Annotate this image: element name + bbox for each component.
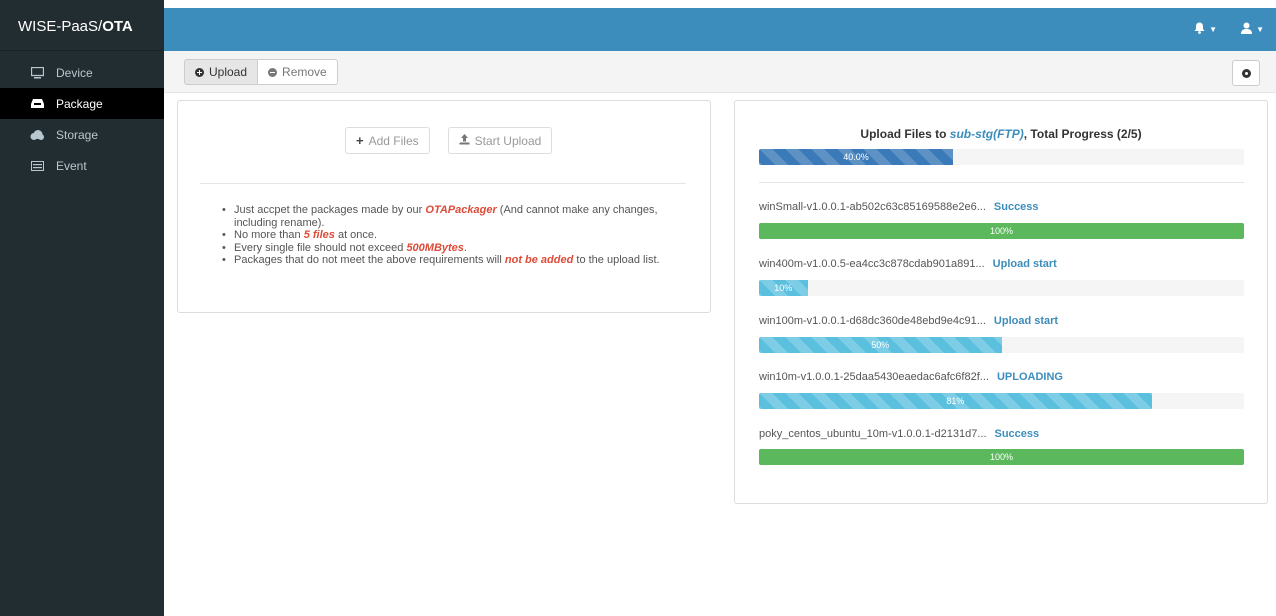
- file-status: Success: [994, 428, 1040, 440]
- upload-rules-list: Just accpet the packages made by our OTA…: [222, 204, 692, 267]
- file-progress-bar: 100%: [759, 223, 1244, 239]
- total-progress-fill: 40.0%: [759, 149, 953, 165]
- file-row-4: win10m-v1.0.0.1-25daa5430eaedac6afc6f82f…: [759, 371, 1244, 383]
- file-progress-fill: 50%: [759, 337, 1002, 353]
- plus-circle-icon: [195, 67, 204, 77]
- file-progress-fill: 10%: [759, 280, 808, 296]
- upload-target: sub-stg(FTP): [949, 127, 1024, 141]
- caret-down-icon: ▼: [1209, 25, 1218, 34]
- monitor-icon: [30, 66, 44, 79]
- cloud-icon: [30, 129, 44, 141]
- upload-tab-button[interactable]: Upload: [184, 59, 259, 85]
- divider: [759, 182, 1244, 183]
- file-name: poky_centos_ubuntu_10m-v1.0.0.1-d2131d7.…: [759, 428, 987, 440]
- file-name: win10m-v1.0.0.1-25daa5430eaedac6afc6f82f…: [759, 371, 989, 383]
- sidebar-item-label: Event: [56, 158, 87, 173]
- top-navbar: ▼ ▼: [164, 8, 1276, 51]
- file-progress-fill: 81%: [759, 393, 1152, 409]
- file-row-1: winSmall-v1.0.0.1-ab502c63c85169588e2e6.…: [759, 201, 1244, 213]
- minus-circle-icon: [268, 67, 278, 77]
- file-name: win400m-v1.0.0.5-ea4cc3c878cdab901a891..…: [759, 258, 985, 270]
- start-upload-label: Start Upload: [474, 133, 542, 148]
- sidebar-item-label: Package: [56, 96, 103, 111]
- start-upload-button[interactable]: Start Upload: [447, 127, 553, 154]
- remove-tab-label: Remove: [282, 65, 327, 79]
- inbox-icon: [30, 98, 44, 110]
- add-files-button[interactable]: + Add Files: [345, 127, 430, 154]
- add-files-label: Add Files: [368, 133, 419, 148]
- file-progress-bar: 10%: [759, 280, 1244, 296]
- remove-tab-button[interactable]: Remove: [258, 59, 338, 85]
- sidebar-item-package[interactable]: Package: [0, 88, 164, 119]
- file-status: Upload start: [992, 258, 1057, 270]
- list-icon: [30, 160, 44, 172]
- sidebar-nav: Device Package Storage Event: [0, 57, 164, 181]
- file-progress-bar: 100%: [759, 449, 1244, 465]
- total-progress-bar: 40.0%: [759, 149, 1244, 165]
- rule-item: No more than 5 files at once.: [222, 229, 692, 242]
- sidebar-item-event[interactable]: Event: [0, 150, 164, 181]
- file-row-5: poky_centos_ubuntu_10m-v1.0.0.1-d2131d7.…: [759, 428, 1244, 440]
- rule-item: Just accpet the packages made by our OTA…: [222, 204, 692, 229]
- file-progress-fill: 100%: [759, 449, 1244, 465]
- user-icon: [1241, 22, 1253, 37]
- upload-remove-toggle: Upload Remove: [184, 59, 338, 85]
- file-progress-bar: 81%: [759, 393, 1244, 409]
- file-status: UPLOADING: [996, 371, 1063, 383]
- brand-prefix: WISE-PaaS/: [18, 18, 103, 35]
- file-row-3: win100m-v1.0.0.1-d68dc360de48ebd9e4c91..…: [759, 315, 1244, 327]
- caret-down-icon: ▼: [1256, 25, 1264, 34]
- settings-button[interactable]: [1232, 60, 1260, 86]
- file-status: Success: [993, 201, 1039, 213]
- notifications-dropdown[interactable]: ▼: [1194, 22, 1217, 37]
- file-row-2: win400m-v1.0.0.5-ea4cc3c878cdab901a891..…: [759, 258, 1244, 270]
- brand-logo[interactable]: WISE-PaaS/OTA: [0, 0, 164, 51]
- sidebar-item-device[interactable]: Device: [0, 57, 164, 88]
- file-progress-fill: 100%: [759, 223, 1244, 239]
- file-name: win100m-v1.0.0.1-d68dc360de48ebd9e4c91..…: [759, 315, 986, 327]
- user-dropdown[interactable]: ▼: [1241, 22, 1264, 37]
- file-status: Upload start: [993, 315, 1059, 327]
- file-progress-bar: 50%: [759, 337, 1244, 353]
- rule-item: Every single file should not exceed 500M…: [222, 242, 692, 255]
- file-name: winSmall-v1.0.0.1-ab502c63c85169588e2e6.…: [759, 201, 986, 213]
- upload-icon: [459, 133, 470, 148]
- rule-item: Packages that do not meet the above requ…: [222, 254, 692, 267]
- bell-icon: [1194, 22, 1205, 37]
- circle-dot-icon: [1241, 68, 1251, 78]
- action-toolbar: Upload Remove: [164, 51, 1276, 93]
- add-files-panel: + Add Files Start Upload Just accpet the…: [177, 100, 711, 313]
- plus-icon: +: [356, 133, 364, 148]
- upload-progress-title: Upload Files to sub-stg(FTP), Total Prog…: [860, 127, 1142, 141]
- sidebar-item-storage[interactable]: Storage: [0, 119, 164, 150]
- divider: [200, 183, 686, 184]
- sidebar: WISE-PaaS/OTA Device Package Storage Eve…: [0, 0, 164, 616]
- sidebar-item-label: Storage: [56, 127, 99, 142]
- upload-tab-label: Upload: [209, 65, 248, 79]
- sidebar-item-label: Device: [56, 65, 93, 80]
- upload-progress-panel: Upload Files to sub-stg(FTP), Total Prog…: [734, 100, 1268, 504]
- brand-suffix: OTA: [102, 18, 133, 35]
